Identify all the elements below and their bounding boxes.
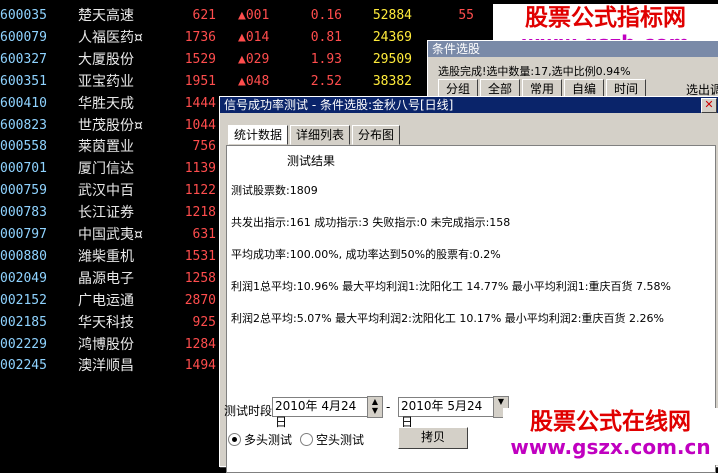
stock-name: 华胜天成 [78, 95, 134, 112]
report-success-rate: 平均成功率:100.00%, 成功率达到50%的股票有:0.2% [231, 248, 501, 261]
stock-change: ▲029 [238, 51, 270, 67]
test-period-label: 测试时段 [224, 404, 273, 418]
stock-code: 000558 [0, 139, 47, 155]
stock-price: 1218 [184, 205, 216, 221]
stock-code: 002049 [0, 270, 47, 286]
stock-name: 亚宝药业 [78, 73, 134, 90]
stock-name: 晶源电子 [78, 270, 134, 287]
stock-code: 002229 [0, 336, 47, 352]
stock-price: 621 [192, 8, 216, 23]
test-window-title: 信号成功率测试 - 条件选股:金秋八号[日线] [220, 97, 718, 113]
watermark-bottom: 股票公式在线网 www.gszx.com.cn [503, 408, 718, 465]
stock-code: 002152 [0, 292, 47, 308]
stock-price: 1122 [184, 183, 216, 199]
condition-status-text: 选股完成!选中数量:17,选中比例0.94% [438, 65, 631, 78]
stock-code: 600079 [0, 29, 47, 45]
stock-percent: 1.93 [310, 51, 342, 67]
date-separator: - [386, 400, 391, 414]
stock-code: 002245 [0, 358, 47, 374]
close-button[interactable]: ✕ [701, 98, 717, 113]
stock-price: 1531 [184, 248, 216, 264]
stock-price: 1258 [184, 270, 216, 286]
report-profit1: 利润1总平均:10.96% 最大平均利润1:沈阳化工 14.77% 最小平均利润… [231, 280, 671, 293]
copy-button[interactable]: 拷贝 [398, 427, 468, 449]
stock-price: 1736 [184, 29, 216, 45]
stock-volume: 52884 [372, 8, 412, 23]
stock-price: 1044 [184, 117, 216, 133]
stock-code: 002185 [0, 314, 47, 330]
stock-price: 1284 [184, 336, 216, 352]
stock-code: 000759 [0, 183, 47, 199]
stock-percent: 0.16 [310, 8, 342, 23]
watermark-bottom-line1: 股票公式在线网 [530, 409, 691, 435]
stock-volume: 29509 [372, 51, 412, 67]
stock-extra: 55 [458, 8, 474, 23]
stock-name: 澳洋顺昌 [78, 358, 134, 375]
stock-name: 楚天高速 [78, 8, 134, 24]
short-test-radio[interactable] [300, 433, 313, 446]
stock-code: 600035 [0, 8, 47, 23]
long-test-label: 多头测试 [244, 433, 293, 447]
stock-volume: 38382 [372, 73, 412, 89]
date-to-field[interactable]: 2010年 5月24日 [398, 397, 494, 429]
watermark-top-line1: 股票公式指标网 [525, 5, 686, 31]
report-heading: 测试结果 [287, 154, 336, 168]
condition-select-window: 条件选股 选股完成!选中数量:17,选中比例0.94% 分组 全部 常用 自编 … [427, 40, 718, 102]
stock-price: 756 [192, 139, 216, 155]
stock-name: 华天科技 [78, 314, 134, 331]
stock-price: 1494 [184, 358, 216, 374]
stock-name: 世茂股份¤ [78, 117, 143, 134]
stock-name: 长江证券 [78, 205, 134, 222]
report-profit2: 利润2总平均:5.07% 最大平均利润2:沈阳化工 10.17% 最小平均利润2… [231, 312, 664, 325]
report-tested-stocks: 测试股票数:1809 [231, 184, 318, 197]
stock-price: 925 [192, 314, 216, 330]
stock-change: ▲014 [238, 29, 270, 45]
stock-percent: 2.52 [310, 73, 342, 89]
stock-price: 631 [192, 227, 216, 242]
stock-code: 000701 [0, 161, 47, 177]
stock-name: 中国武夷¤ [78, 227, 143, 243]
stock-code: 600327 [0, 51, 47, 67]
stock-change: ▲048 [238, 73, 270, 89]
long-test-radio[interactable] [228, 433, 241, 446]
stock-price: 2870 [184, 292, 216, 308]
tab-statistics[interactable]: 统计数据 [228, 125, 288, 145]
stock-name: 武汉中百 [78, 183, 134, 200]
stock-change: ▲001 [238, 8, 270, 23]
date-from-spinner[interactable]: ▲ ▼ [367, 396, 383, 418]
watermark-bottom-line2: www.gszx.com.cn [510, 435, 711, 459]
stock-price: 1529 [184, 51, 216, 67]
stock-percent: 0.81 [310, 29, 342, 45]
stock-code: 600351 [0, 73, 47, 89]
stock-name: 人福医药¤ [78, 29, 143, 46]
stock-price: 1139 [184, 161, 216, 177]
stock-code: 600410 [0, 95, 47, 111]
tab-detail-list[interactable]: 详细列表 [290, 125, 350, 145]
stock-name: 鸿博股份 [78, 336, 134, 353]
stock-code: 000797 [0, 227, 47, 242]
condition-window-title: 条件选股 [428, 41, 718, 57]
stock-volume: 24369 [372, 29, 412, 45]
stock-price: 1951 [184, 73, 216, 89]
tab-distribution[interactable]: 分布图 [352, 125, 400, 145]
stock-name: 广电运通 [78, 292, 134, 309]
stock-price: 1444 [184, 95, 216, 111]
stock-code: 000783 [0, 205, 47, 221]
date-from-field[interactable]: 2010年 4月24日 [272, 397, 368, 429]
stock-name: 莱茵置业 [78, 139, 134, 156]
stock-code: 000880 [0, 248, 47, 264]
report-signals: 共发出指示:161 成功指示:3 失败指示:0 未完成指示:158 [231, 216, 511, 229]
stock-name: 潍柴重机 [78, 248, 134, 265]
stock-code: 600823 [0, 117, 47, 133]
stock-name: 大厦股份 [78, 51, 134, 68]
stock-name: 厦门信达 [78, 161, 134, 178]
short-test-label: 空头测试 [316, 433, 365, 447]
